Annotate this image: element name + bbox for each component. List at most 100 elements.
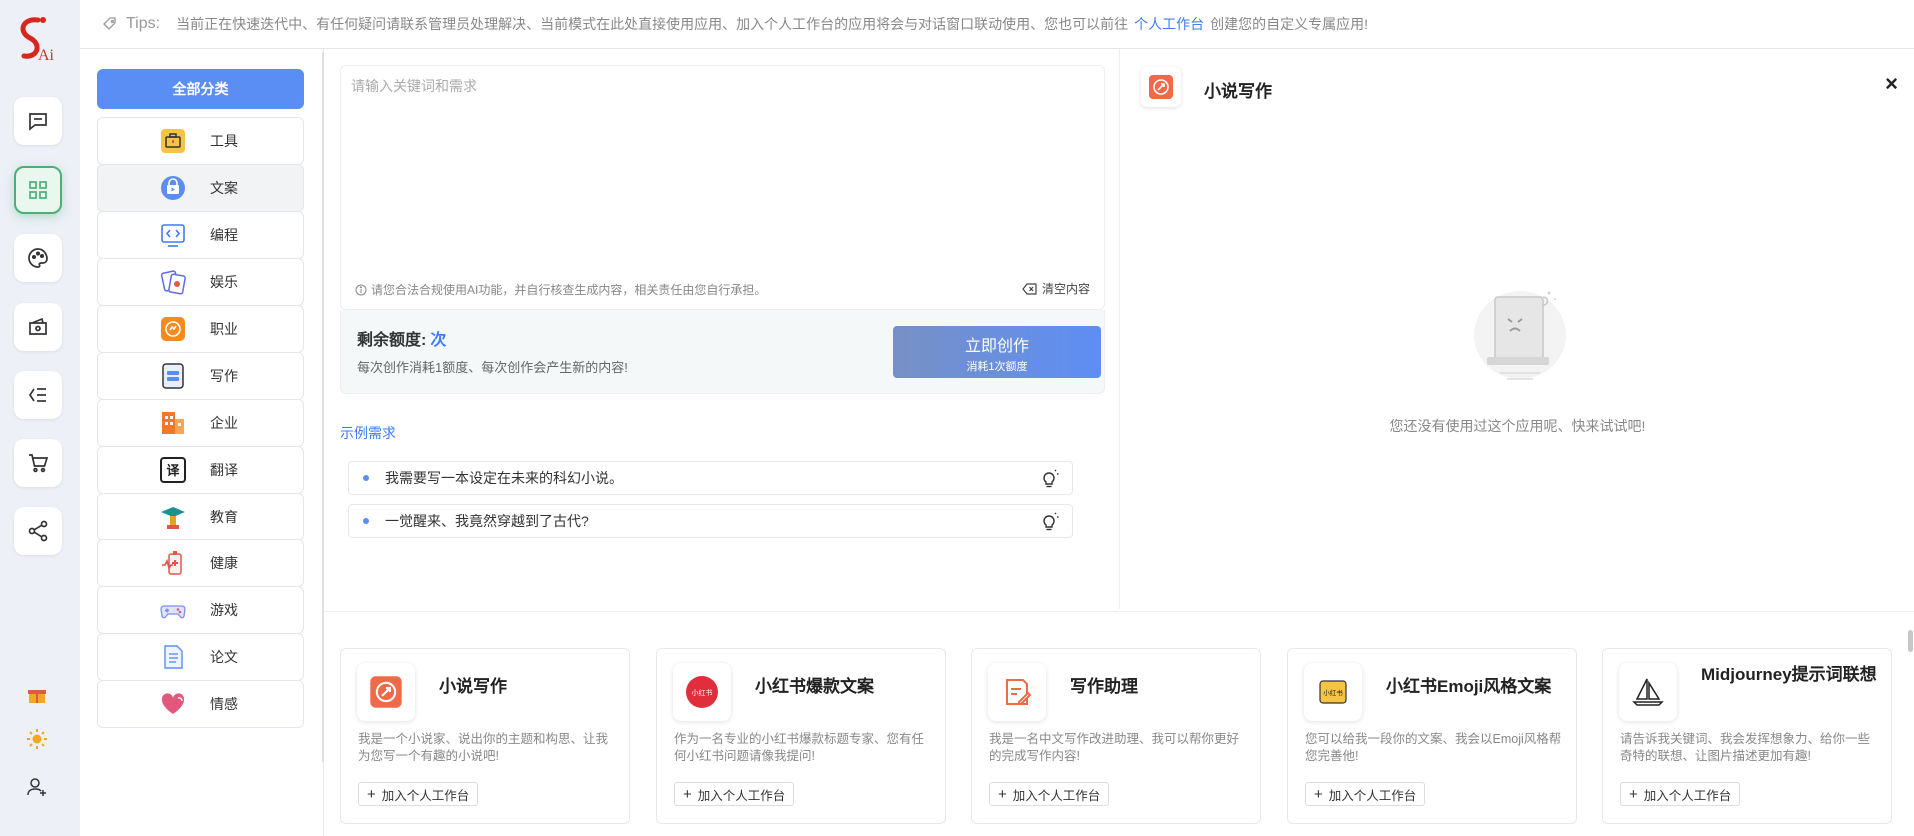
- video-lock-icon: [158, 173, 188, 203]
- category-label: 教育: [210, 509, 238, 525]
- example-prompt[interactable]: 一觉醒来、我竟然穿越到了古代?: [348, 504, 1073, 538]
- category-item-emotion[interactable]: 情感: [97, 680, 304, 728]
- writing-icon: [158, 361, 188, 391]
- gamepad-icon: [158, 595, 188, 625]
- create-label: 立即创作: [964, 338, 1029, 355]
- apps-grid-icon: [29, 181, 47, 199]
- category-item-paper[interactable]: 论文: [97, 633, 304, 681]
- category-list: 全部分类 工具 文案 编程 娱乐 职业 写作 企业 译 翻译 教育 健康 游戏 …: [80, 49, 324, 836]
- gift-button[interactable]: [24, 682, 50, 708]
- page-scrollbar[interactable]: [1908, 630, 1913, 652]
- card-title: 小红书Emoji风格文案: [1386, 677, 1552, 696]
- result-panel: 小说写作 × 您还没有使用过这个应用呢、快来试试吧!: [1119, 49, 1914, 609]
- notice-text: 请您合法合规使用AI功能，并自行核查生成内容，相关责任由您自行承担。: [371, 283, 767, 297]
- wallet-nav-button[interactable]: [14, 303, 62, 351]
- card-title: 写作助理: [1070, 677, 1138, 696]
- category-label: 写作: [210, 368, 238, 384]
- category-item-translate[interactable]: 译 翻译: [97, 446, 304, 494]
- category-item-copywriting[interactable]: 文案: [97, 164, 304, 212]
- svg-text:译: 译: [166, 464, 180, 479]
- category-label: 翻译: [210, 462, 238, 478]
- category-label: 企业: [210, 415, 238, 431]
- usage-notice: 请您合法合规使用AI功能，并自行核查生成内容，相关责任由您自行承担。: [355, 281, 766, 298]
- example-text: 我需要写一本设定在未来的科幻小说。: [385, 470, 623, 486]
- clear-content-button[interactable]: 清空内容: [1022, 280, 1090, 297]
- plus-icon: +: [367, 785, 376, 803]
- draw-nav-button[interactable]: [14, 234, 62, 282]
- category-item-games[interactable]: 游戏: [97, 586, 304, 634]
- add-to-workspace-button[interactable]: + 加入个人工作台: [358, 782, 479, 806]
- education-icon: [158, 502, 188, 532]
- category-label: 编程: [210, 227, 238, 243]
- app-card[interactable]: 小说写作 我是一个小说家、说出你的主题和构思、让我为您写一个有趣的小说吧! + 加…: [340, 648, 630, 824]
- category-label: 娱乐: [210, 274, 238, 290]
- category-item-programming[interactable]: 编程: [97, 211, 304, 259]
- user-button[interactable]: [24, 774, 50, 800]
- share-icon: [28, 520, 48, 542]
- novel-icon: [357, 663, 415, 721]
- create-button[interactable]: 立即创作 消耗1次额度: [893, 326, 1101, 378]
- code-icon: [158, 220, 188, 250]
- category-item-health[interactable]: 健康: [97, 539, 304, 587]
- theme-toggle[interactable]: [24, 726, 50, 752]
- category-all-button[interactable]: 全部分类: [97, 69, 304, 109]
- tips-suffix: 创建您的自定义专属应用!: [1210, 16, 1368, 32]
- gift-icon: [28, 690, 46, 703]
- card-title: Midjourney提示词联想: [1701, 665, 1877, 684]
- shop-nav-button[interactable]: [14, 439, 62, 487]
- share-nav-button[interactable]: [14, 507, 62, 555]
- health-icon: [158, 548, 188, 578]
- plus-icon: +: [998, 785, 1007, 803]
- close-icon[interactable]: ×: [1885, 71, 1898, 97]
- app-card[interactable]: 小红书 小红书Emoji风格文案 您可以给我一段你的文案、我会以Emoji风格帮…: [1287, 648, 1577, 824]
- sun-icon: [27, 729, 47, 749]
- app-card[interactable]: 写作助理 我是一名中文写作改进助理、我可以帮你更好的完成写作内容! + 加入个人工…: [971, 648, 1261, 824]
- wallet-icon: [29, 317, 47, 335]
- category-item-career[interactable]: 职业: [97, 305, 304, 353]
- category-item-tools[interactable]: 工具: [97, 117, 304, 165]
- add-to-workspace-button[interactable]: + 加入个人工作台: [674, 782, 795, 806]
- example-prompt[interactable]: 我需要写一本设定在未来的科幻小说。: [348, 461, 1073, 495]
- quota-description: 每次创作消耗1额度、每次创作会产生新的内容!: [357, 360, 628, 375]
- left-rail: Ai: [0, 0, 80, 836]
- plus-icon: +: [683, 785, 692, 803]
- category-label: 游戏: [210, 602, 238, 618]
- category-label: 情感: [210, 696, 238, 712]
- add-to-workspace-button[interactable]: + 加入个人工作台: [1305, 782, 1426, 806]
- svg-text:小红书: 小红书: [1323, 688, 1343, 697]
- palette-icon: [28, 248, 48, 268]
- empty-state-illustration: [1474, 291, 1566, 380]
- app-card[interactable]: 小红书 小红书爆款文案 作为一名专业的小红书爆款标题专家、您有任何小红书问题请像…: [656, 648, 946, 824]
- clear-label: 清空内容: [1041, 282, 1090, 296]
- add-to-workspace-button[interactable]: + 加入个人工作台: [989, 782, 1110, 806]
- add-to-workspace-button[interactable]: + 加入个人工作台: [1620, 782, 1741, 806]
- create-cost: 消耗1次额度: [966, 361, 1028, 373]
- app-card[interactable]: Midjourney提示词联想 请告诉我关键词、我会发挥想象力、给你一些奇特的联…: [1602, 648, 1892, 824]
- prompt-input[interactable]: [351, 76, 1091, 256]
- quota-label: 剩余额度: 次: [357, 332, 447, 349]
- user-plus-icon: [27, 778, 46, 796]
- xiaohongshu-emoji-icon: 小红书: [1304, 663, 1362, 721]
- category-item-entertainment[interactable]: 娱乐: [97, 258, 304, 306]
- card-description: 我是一个小说家、说出你的主题和构思、让我为您写一个有趣的小说吧!: [358, 732, 609, 763]
- list-nav-button[interactable]: [14, 371, 62, 419]
- card-title: 小说写作: [439, 677, 507, 696]
- card-title: 小红书爆款文案: [755, 677, 874, 696]
- workspace-link[interactable]: 个人工作台: [1134, 14, 1204, 34]
- chat-nav-button[interactable]: [14, 97, 62, 145]
- category-item-writing[interactable]: 写作: [97, 352, 304, 400]
- apps-nav-button[interactable]: [14, 166, 62, 214]
- backspace-icon: [1022, 282, 1037, 295]
- category-label: 文案: [210, 180, 238, 196]
- novel-icon: [1141, 67, 1181, 107]
- toolbox-icon: [158, 126, 188, 156]
- lightbulb-icon: [1043, 469, 1059, 488]
- category-item-education[interactable]: 教育: [97, 493, 304, 541]
- prompt-box: 请您合法合规使用AI功能，并自行核查生成内容，相关责任由您自行承担。 清空内容: [340, 65, 1105, 310]
- translate-icon: 译: [158, 455, 188, 485]
- category-item-enterprise[interactable]: 企业: [97, 399, 304, 447]
- plus-icon: +: [1629, 785, 1638, 803]
- game-cards-icon: [158, 267, 188, 297]
- tips-title: Tips:: [126, 15, 161, 32]
- app-logo[interactable]: Ai: [8, 14, 64, 66]
